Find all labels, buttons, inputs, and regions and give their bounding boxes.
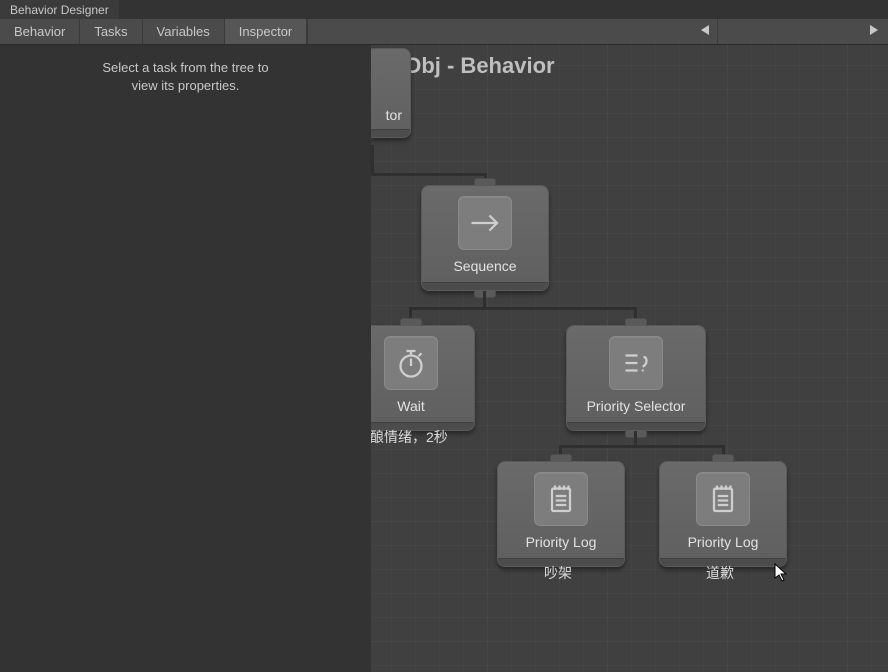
node-priority-selector-label: Priority Selector xyxy=(587,398,686,414)
node-sequence-label: Sequence xyxy=(453,258,516,274)
toolbar: Behavior Tasks Variables Inspector xyxy=(0,19,888,45)
nav-next[interactable] xyxy=(718,19,888,44)
tab-behavior[interactable]: Behavior xyxy=(0,19,80,44)
inspector-hint: Select a task from the tree to view its … xyxy=(14,59,357,95)
arrow-right-icon xyxy=(458,196,512,250)
port-in[interactable] xyxy=(550,454,572,462)
tab-inspector[interactable]: Inspector xyxy=(225,19,307,44)
node-sequence[interactable]: Sequence xyxy=(421,185,549,291)
node-priority-log-1[interactable]: Priority Log xyxy=(497,461,625,567)
port-in[interactable] xyxy=(625,318,647,326)
node-wait-comment: 酿情绪，2秒 xyxy=(371,427,448,447)
node-priority-log-1-label: Priority Log xyxy=(526,534,597,550)
inspector-hint-line2: view its properties. xyxy=(132,78,240,93)
connector xyxy=(371,145,374,173)
priority-list-icon xyxy=(609,336,663,390)
node-priority-log-2[interactable]: Priority Log xyxy=(659,461,787,567)
nav-prev-icon[interactable] xyxy=(699,23,711,41)
notepad-icon xyxy=(696,472,750,526)
connector xyxy=(634,431,637,445)
inspector-hint-line1: Select a task from the tree to xyxy=(102,60,268,75)
connector xyxy=(371,173,487,176)
mouse-cursor-icon xyxy=(774,563,786,581)
node-priority-log-2-label: Priority Log xyxy=(688,534,759,550)
node-priority-log-2-comment: 道歉 xyxy=(706,563,734,583)
node-wait-label: Wait xyxy=(397,398,424,414)
connector xyxy=(409,307,637,310)
window-title-tab[interactable]: Behavior Designer xyxy=(0,0,119,19)
notepad-icon xyxy=(534,472,588,526)
connector xyxy=(559,445,725,448)
stopwatch-icon xyxy=(384,336,438,390)
node-partial-label: tor xyxy=(386,107,402,123)
main: Select a task from the tree to view its … xyxy=(0,45,888,672)
node-priority-log-1-comment: 吵架 xyxy=(544,563,572,583)
port-in[interactable] xyxy=(400,318,422,326)
port-in[interactable] xyxy=(712,454,734,462)
nav-next-icon xyxy=(868,23,880,41)
title-bar: Behavior Designer xyxy=(0,0,888,19)
node-priority-selector[interactable]: Priority Selector xyxy=(566,325,706,431)
connector xyxy=(483,291,486,307)
window-title: Behavior Designer xyxy=(10,3,109,17)
graph-canvas[interactable]: BtObj - Behavior tor Sequence xyxy=(371,45,888,672)
inspector-panel: Select a task from the tree to view its … xyxy=(0,45,371,672)
node-partial-selector[interactable]: tor xyxy=(371,48,411,138)
tab-variables[interactable]: Variables xyxy=(143,19,225,44)
port-in[interactable] xyxy=(474,178,496,186)
tab-tasks[interactable]: Tasks xyxy=(80,19,142,44)
node-wait[interactable]: Wait xyxy=(371,325,475,431)
